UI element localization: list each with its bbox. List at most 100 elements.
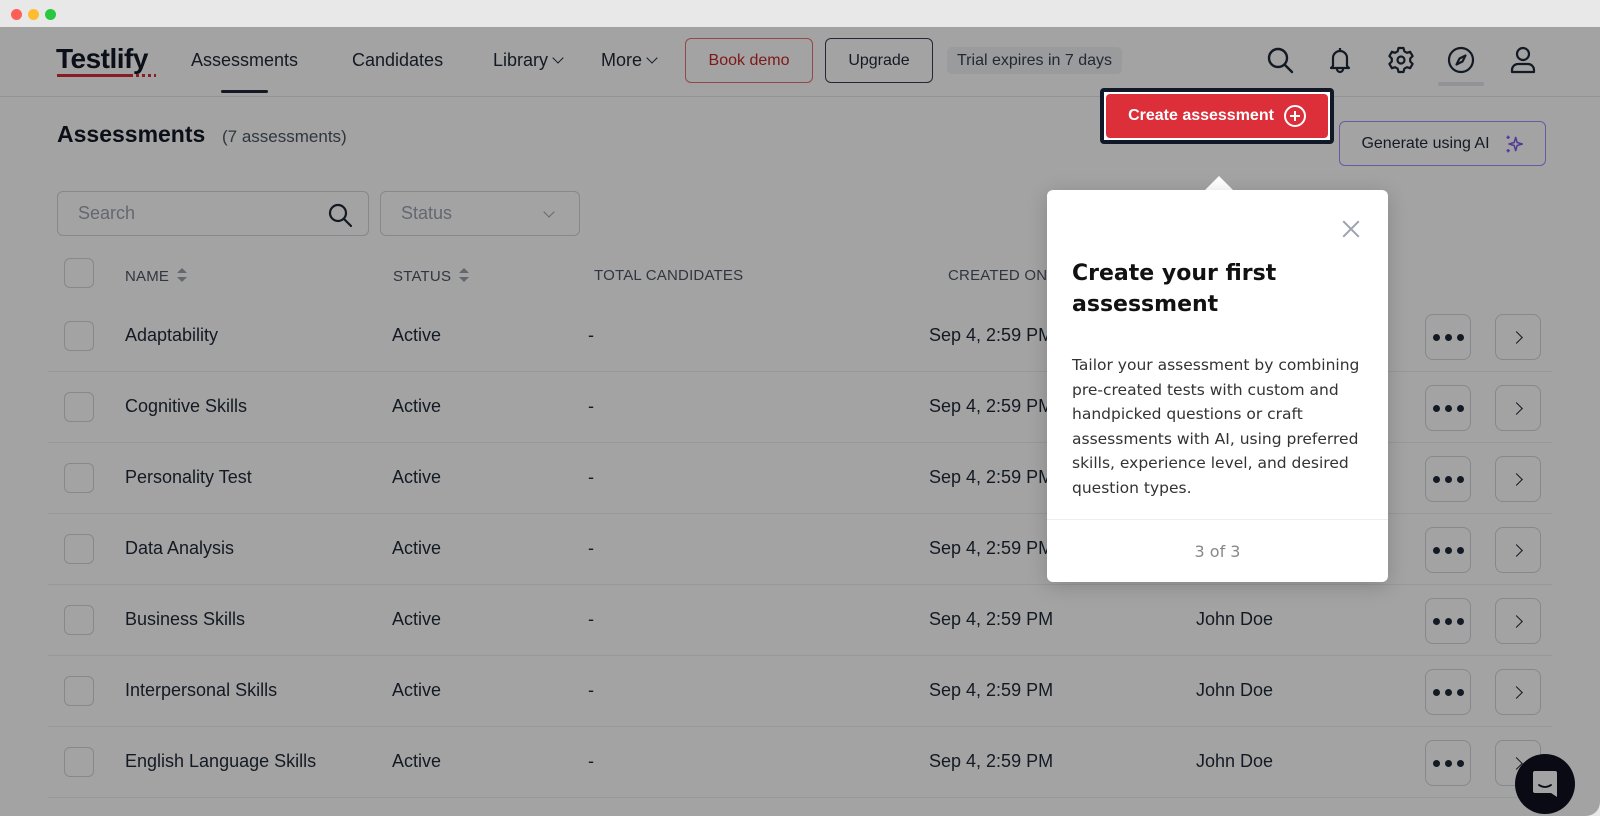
generate-using-ai-button[interactable]: Generate using AI [1339, 121, 1546, 166]
more-horizontal-icon [1432, 617, 1464, 625]
assessment-status: Active [392, 609, 442, 629]
generate-using-ai-label: Generate using AI [1361, 134, 1490, 152]
open-assessment-button[interactable] [1495, 456, 1541, 502]
column-header-name[interactable]: NAME [125, 267, 188, 285]
open-assessment-button[interactable] [1495, 314, 1541, 360]
more-actions-button[interactable] [1425, 385, 1471, 431]
sort-icon[interactable] [459, 268, 470, 282]
row-checkbox[interactable] [64, 676, 94, 706]
more-actions-button[interactable] [1425, 598, 1471, 644]
compass-icon[interactable] [1445, 44, 1477, 76]
assessment-name[interactable]: Interpersonal Skills [125, 680, 277, 701]
column-header-status[interactable]: STATUS [393, 267, 470, 285]
open-assessment-button[interactable] [1495, 527, 1541, 573]
assessment-status: Active [392, 325, 442, 345]
close-window-button[interactable] [11, 9, 22, 20]
create-assessment-label: Create assessment [1128, 107, 1274, 124]
column-header-created-on: CREATED ON [948, 267, 1048, 284]
status-filter-select[interactable]: Status [380, 191, 580, 236]
created-by: John Doe [1196, 751, 1274, 771]
nav-more[interactable]: More [601, 50, 658, 71]
bell-icon[interactable] [1324, 44, 1356, 76]
tour-popover: Create your first assessment Tailor your… [1047, 190, 1388, 582]
chevron-right-icon [1509, 472, 1523, 486]
more-horizontal-icon [1432, 688, 1464, 696]
column-header-total-candidates: TOTAL CANDIDATES [594, 267, 744, 284]
search-icon[interactable] [1264, 44, 1296, 76]
nav-assessments[interactable]: Assessments [191, 50, 299, 93]
assessment-count: (7 assessments) [222, 127, 347, 146]
chevron-right-icon [1509, 330, 1523, 344]
more-actions-button[interactable] [1425, 740, 1471, 786]
chat-icon [1533, 771, 1557, 797]
created-by: John Doe [1196, 680, 1274, 700]
user-icon[interactable] [1507, 44, 1539, 76]
more-actions-button[interactable] [1425, 314, 1471, 360]
open-assessment-button[interactable] [1495, 669, 1541, 715]
table-row[interactable]: English Language Skills Active - Sep 4, … [48, 727, 1552, 798]
assessment-name[interactable]: Cognitive Skills [125, 396, 247, 417]
popover-body: Tailor your assessment by combining pre-… [1072, 356, 1360, 497]
table-row[interactable]: Interpersonal Skills Active - Sep 4, 2:5… [48, 656, 1552, 727]
more-actions-button[interactable] [1425, 456, 1471, 502]
upgrade-button[interactable]: Upgrade [825, 38, 933, 83]
total-candidates: - [588, 609, 594, 629]
select-all-checkbox[interactable] [64, 258, 94, 288]
minimize-window-button[interactable] [28, 9, 39, 20]
browser-window: Testlify Assessments Candidates Library … [0, 0, 1600, 816]
book-demo-button[interactable]: Book demo [685, 38, 813, 83]
plus-circle-icon [1283, 105, 1306, 127]
chevron-right-icon [1509, 543, 1523, 557]
created-on: Sep 4, 2:59 PM [929, 538, 1054, 558]
assessment-status: Active [392, 751, 442, 771]
table-row[interactable]: Business Skills Active - Sep 4, 2:59 PM … [48, 585, 1552, 656]
assessment-name[interactable]: English Language Skills [125, 751, 316, 772]
assessment-name[interactable]: Business Skills [125, 609, 245, 630]
more-horizontal-icon [1432, 404, 1464, 412]
row-checkbox[interactable] [64, 605, 94, 635]
nav-assessments-label: Assessments [191, 50, 299, 70]
assessment-status: Active [392, 396, 442, 416]
nav-candidates[interactable]: Candidates [352, 50, 443, 71]
row-checkbox[interactable] [64, 321, 94, 351]
row-checkbox[interactable] [64, 747, 94, 777]
nav-library[interactable]: Library [493, 50, 564, 71]
sparkle-icon [1506, 135, 1523, 152]
assessment-name[interactable]: Adaptability [125, 325, 218, 346]
search-input[interactable] [78, 203, 308, 224]
close-icon[interactable] [1342, 220, 1360, 238]
more-horizontal-icon [1432, 759, 1464, 767]
trial-badge: Trial expires in 7 days [947, 47, 1123, 74]
more-horizontal-icon [1432, 546, 1464, 554]
created-on: Sep 4, 2:59 PM [929, 680, 1054, 700]
chat-launcher-button[interactable] [1515, 754, 1575, 814]
popover-progress: 3 of 3 [1047, 519, 1388, 582]
row-checkbox[interactable] [64, 392, 94, 422]
chevron-right-icon [1509, 685, 1523, 699]
row-checkbox[interactable] [64, 534, 94, 564]
row-checkbox[interactable] [64, 463, 94, 493]
open-assessment-button[interactable] [1495, 598, 1541, 644]
created-on: Sep 4, 2:59 PM [929, 325, 1054, 345]
more-horizontal-icon [1432, 475, 1464, 483]
create-assessment-button[interactable]: Create assessment [1106, 94, 1328, 138]
nav-more-label: More [601, 50, 643, 70]
assessment-name[interactable]: Data Analysis [125, 538, 234, 559]
search-field[interactable] [57, 191, 369, 236]
page-title: Assessments [57, 121, 206, 147]
gear-icon[interactable] [1385, 44, 1417, 76]
assessment-name[interactable]: Personality Test [125, 467, 252, 488]
popover-title: Create your first assessment [1072, 261, 1277, 317]
chevron-down-icon [543, 206, 555, 218]
total-candidates: - [588, 325, 594, 345]
logo-underline [57, 74, 133, 77]
maximize-window-button[interactable] [45, 9, 56, 20]
more-actions-button[interactable] [1425, 669, 1471, 715]
logo[interactable]: Testlify [56, 43, 148, 75]
open-assessment-button[interactable] [1495, 385, 1541, 431]
search-icon[interactable] [326, 201, 354, 229]
title-bar [0, 0, 1600, 27]
more-actions-button[interactable] [1425, 527, 1471, 573]
created-on: Sep 4, 2:59 PM [929, 467, 1054, 487]
sort-icon[interactable] [177, 268, 188, 282]
